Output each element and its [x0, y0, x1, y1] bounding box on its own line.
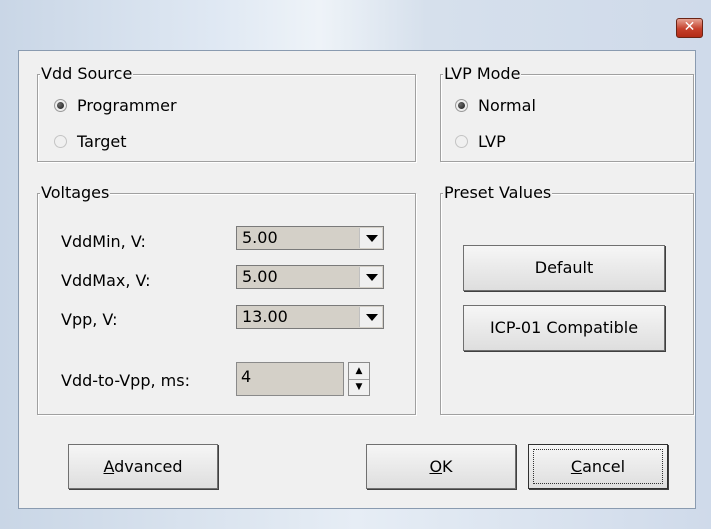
vpp-select[interactable]: 13.00: [236, 305, 384, 329]
radio-programmer-indicator[interactable]: [54, 99, 67, 112]
vpp-value: 13.00: [242, 307, 288, 326]
default-button[interactable]: Default: [463, 245, 665, 291]
vddmin-value: 5.00: [242, 228, 278, 247]
vddmax-value: 5.00: [242, 267, 278, 286]
icp-compatible-button-label: ICP-01 Compatible: [489, 318, 639, 337]
ok-button-label: OK: [429, 457, 453, 476]
vpp-label: Vpp, V:: [61, 310, 118, 329]
chevron-down-icon[interactable]: [359, 228, 382, 248]
vddmax-select[interactable]: 5.00: [236, 265, 384, 289]
voltages-title: Voltages: [40, 183, 111, 203]
vddmin-select[interactable]: 5.00: [236, 226, 384, 250]
radio-normal-indicator[interactable]: [455, 99, 468, 112]
cancel-button[interactable]: Cancel: [528, 444, 668, 489]
vddmin-label: VddMin, V:: [61, 232, 146, 251]
vdd-to-vpp-input[interactable]: 4: [236, 362, 344, 396]
chevron-down-icon[interactable]: [359, 267, 382, 287]
vdd-to-vpp-spinner[interactable]: ▲ ▼: [348, 362, 370, 396]
radio-normal[interactable]: Normal: [455, 95, 536, 117]
window-bottom-border: [0, 509, 711, 529]
focus-rect: [533, 449, 663, 484]
vdd-to-vpp-value: 4: [241, 367, 252, 386]
spin-down-icon[interactable]: ▼: [349, 379, 369, 395]
radio-target-label: Target: [77, 132, 127, 151]
icp-compatible-button[interactable]: ICP-01 Compatible: [463, 305, 665, 351]
title-bar: ✕: [0, 0, 711, 50]
radio-programmer[interactable]: Programmer: [54, 95, 177, 117]
advanced-button[interactable]: Advanced: [68, 444, 218, 489]
radio-target-indicator[interactable]: [54, 135, 67, 148]
vdd-to-vpp-label: Vdd-to-Vpp, ms:: [61, 371, 190, 390]
radio-normal-label: Normal: [478, 96, 536, 115]
close-button[interactable]: ✕: [676, 18, 703, 38]
close-icon: ✕: [683, 19, 696, 35]
preset-values-title: Preset Values: [443, 183, 553, 203]
lvp-mode-title: LVP Mode: [443, 64, 522, 84]
spin-up-icon[interactable]: ▲: [349, 363, 369, 380]
default-button-label: Default: [534, 258, 594, 277]
radio-lvp[interactable]: LVP: [455, 131, 506, 153]
chevron-down-icon[interactable]: [359, 307, 382, 327]
radio-lvp-indicator[interactable]: [455, 135, 468, 148]
radio-lvp-label: LVP: [478, 132, 506, 151]
radio-target[interactable]: Target: [54, 131, 127, 153]
advanced-button-label: Advanced: [103, 457, 183, 476]
preset-values-group: Preset Values: [440, 183, 694, 415]
ok-button[interactable]: OK: [366, 444, 516, 489]
vdd-source-title: Vdd Source: [40, 64, 134, 84]
vddmax-label: VddMax, V:: [61, 271, 151, 290]
radio-programmer-label: Programmer: [77, 96, 177, 115]
